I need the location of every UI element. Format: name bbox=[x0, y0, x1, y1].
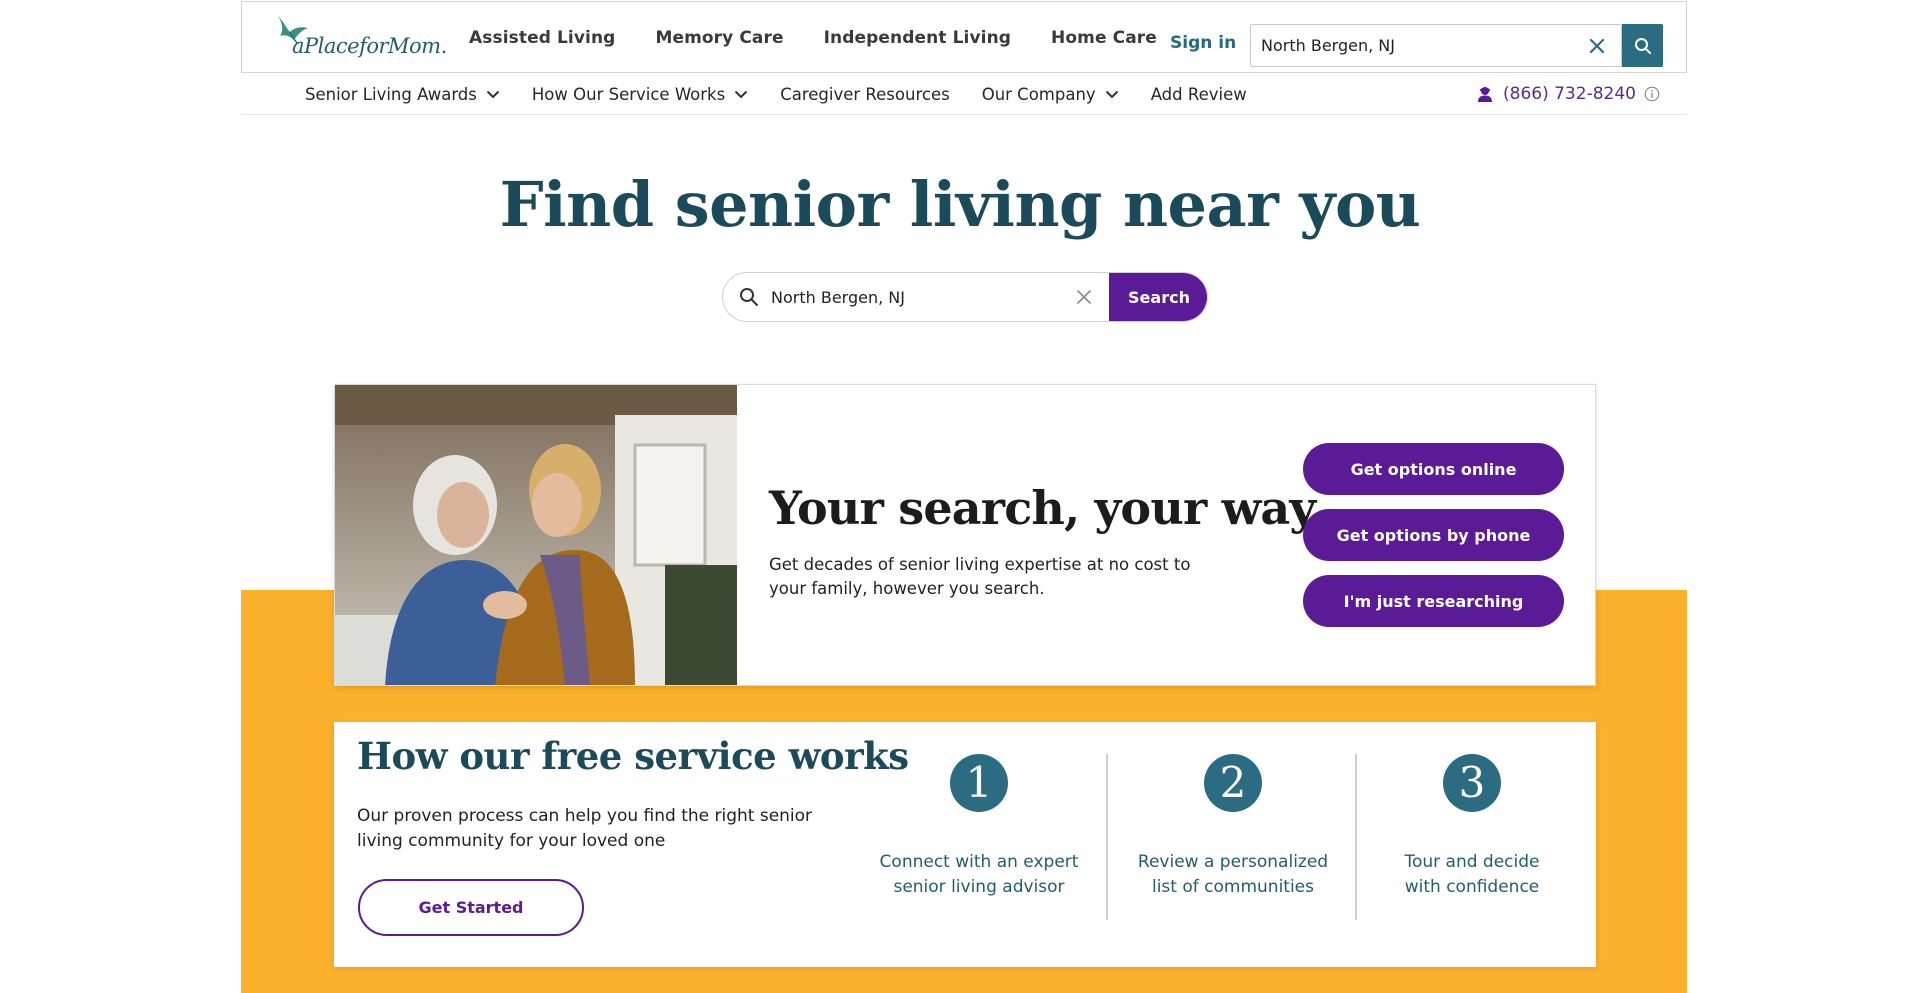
search-button[interactable]: Search bbox=[1109, 273, 1207, 321]
step-item: 2 Review a personalized list of communit… bbox=[1123, 754, 1343, 900]
subnav-label: Caregiver Resources bbox=[780, 84, 950, 104]
secondary-nav: Senior Living Awards How Our Service Wor… bbox=[241, 73, 1687, 115]
service-steps-card: How our free service works Our proven pr… bbox=[334, 722, 1596, 967]
logo[interactable]: aPlaceforMom. bbox=[272, 14, 447, 64]
hero-search-box: Search bbox=[722, 272, 1208, 322]
site-header: aPlaceforMom. Assisted Living Memory Car… bbox=[241, 1, 1687, 73]
advisor-icon bbox=[1478, 87, 1492, 102]
clear-icon[interactable] bbox=[1587, 36, 1607, 56]
get-started-button[interactable]: Get Started bbox=[358, 879, 584, 936]
phone-number: (866) 732-8240 bbox=[1503, 84, 1636, 104]
header-search-box bbox=[1250, 24, 1622, 67]
subnav-label: Senior Living Awards bbox=[305, 84, 477, 104]
subnav-add-review[interactable]: Add Review bbox=[1151, 85, 1247, 104]
hero-search-input[interactable] bbox=[771, 273, 1071, 321]
logo-text: aPlaceforMom. bbox=[292, 34, 447, 58]
nav-home-care[interactable]: Home Care bbox=[1051, 28, 1157, 48]
chevron-down-icon bbox=[486, 90, 500, 98]
section-title: How our free service works bbox=[357, 734, 909, 778]
step-item: 3 Tour and decide with confidence bbox=[1372, 754, 1572, 900]
subnav-label: Add Review bbox=[1150, 84, 1247, 104]
card-description: Get decades of senior living expertise a… bbox=[769, 555, 1191, 598]
chevron-down-icon bbox=[1105, 90, 1118, 98]
step-text: Connect with an expert senior living adv… bbox=[879, 852, 1079, 897]
step-number: 1 bbox=[950, 754, 1008, 812]
divider bbox=[1355, 754, 1357, 920]
subnav-caregiver-resources[interactable]: Caregiver Resources bbox=[780, 85, 949, 104]
step-text: Tour and decide with confidence bbox=[1404, 852, 1540, 897]
search-icon bbox=[1634, 37, 1651, 54]
info-icon[interactable] bbox=[1644, 86, 1660, 102]
primary-nav: Assisted Living Memory Care Independent … bbox=[469, 2, 1197, 74]
just-researching-button[interactable]: I'm just researching bbox=[1303, 575, 1564, 627]
search-icon bbox=[740, 288, 758, 306]
step-text: Review a personalized list of communitie… bbox=[1137, 852, 1329, 897]
sign-in-link[interactable]: Sign in bbox=[1170, 33, 1236, 53]
divider bbox=[1106, 754, 1108, 920]
step-number: 3 bbox=[1443, 754, 1501, 812]
step-number: 2 bbox=[1204, 754, 1262, 812]
clear-icon[interactable] bbox=[1075, 288, 1093, 306]
nav-assisted-living[interactable]: Assisted Living bbox=[469, 28, 615, 48]
nav-memory-care[interactable]: Memory Care bbox=[655, 28, 783, 48]
search-options-card: Your search, your way Get decades of sen… bbox=[334, 384, 1596, 686]
nav-independent-living[interactable]: Independent Living bbox=[824, 28, 1011, 48]
seniors-hugging-photo bbox=[335, 385, 737, 685]
header-search-input[interactable] bbox=[1251, 25, 1581, 66]
card-title: Your search, your way bbox=[769, 481, 1316, 535]
subnav-label: Our Company bbox=[981, 84, 1096, 104]
page-title: Find senior living near you bbox=[499, 168, 1421, 241]
section-description: Our proven process can help you find the… bbox=[357, 806, 813, 851]
subnav-label: How Our Service Works bbox=[531, 84, 726, 104]
chevron-down-icon bbox=[735, 90, 748, 98]
step-item: 1 Connect with an expert senior living a… bbox=[869, 754, 1089, 900]
header-search-button[interactable] bbox=[1622, 24, 1663, 67]
subnav-senior-living-awards[interactable]: Senior Living Awards bbox=[305, 85, 500, 104]
get-options-by-phone-button[interactable]: Get options by phone bbox=[1303, 509, 1564, 561]
subnav-how-our-service-works[interactable]: How Our Service Works bbox=[532, 85, 748, 104]
subnav-our-company[interactable]: Our Company bbox=[982, 85, 1119, 104]
phone-number-link[interactable]: (866) 732-8240 bbox=[1476, 73, 1660, 115]
get-options-online-button[interactable]: Get options online bbox=[1303, 443, 1564, 495]
